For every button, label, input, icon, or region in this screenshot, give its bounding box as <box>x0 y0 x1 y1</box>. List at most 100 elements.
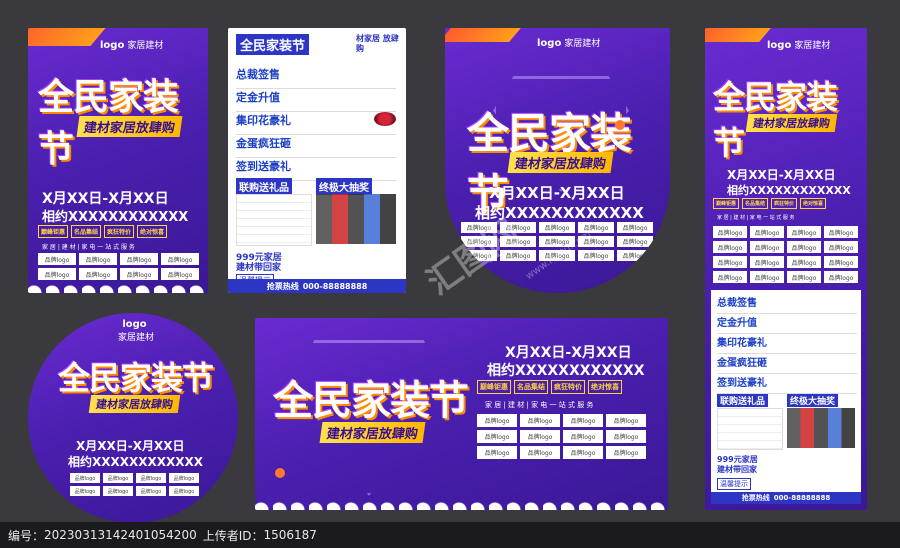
brand-cell: 品牌logo <box>120 268 158 280</box>
brand-cell: 品牌logo <box>787 241 821 253</box>
poster-subtitle: 建材家居放肆购 <box>88 395 181 413</box>
brand-cell: 品牌logo <box>136 473 166 483</box>
brand-cell: 品牌logo <box>477 430 517 443</box>
poster-subtitle: 建材家居放肆购 <box>507 152 614 173</box>
decor-stripes <box>445 28 521 42</box>
brand-cell: 品牌logo <box>136 486 166 496</box>
promo-line2: 建材带回家 <box>717 465 757 474</box>
tag: 名品集结 <box>514 380 548 394</box>
brand-cell: 品牌logo <box>617 236 653 247</box>
tag: 绝对惊喜 <box>137 225 168 238</box>
hotline-label: 抢票热线 <box>741 494 770 502</box>
flyer-section: 集印花豪礼 <box>236 112 396 135</box>
brand-cell: 品牌logo <box>750 226 784 238</box>
meet-line: 相约XXXXXXXXXXXX <box>727 184 851 197</box>
uploader-label: 上传者ID： <box>202 528 264 543</box>
tag: 疯狂特价 <box>771 198 798 209</box>
brand-grid: 品牌logo 品牌logo 品牌logo 品牌logo 品牌logo 品牌logo 品牌l… <box>70 473 199 496</box>
brand-cell: 品牌logo <box>103 473 133 483</box>
draw-title: 终极大抽奖 <box>316 178 372 195</box>
brand-cell: 品牌logo <box>103 486 133 496</box>
brand-cell: 品牌logo <box>520 430 560 443</box>
brand-cell: 品牌logo <box>750 241 784 253</box>
date-range: X月XX日-X月XX日 <box>42 191 169 207</box>
decor-stripes <box>705 28 771 42</box>
brand-cell: 品牌logo <box>824 256 858 268</box>
section-title: 总裁签售 <box>717 294 857 314</box>
brand-cell: 品牌logo <box>563 414 603 427</box>
brand-cell: 品牌logo <box>787 271 821 283</box>
brand-grid: 品牌logo 品牌logo 品牌logo 品牌logo 品牌logo 品牌logo 品牌l… <box>477 414 646 459</box>
hotline-bar: 抢票热线 000-88888888 <box>228 279 406 293</box>
prize-image <box>787 408 855 448</box>
brand-cell: 品牌logo <box>169 473 199 483</box>
brand-cell: 品牌logo <box>713 226 747 238</box>
tag: 名品集结 <box>742 198 769 209</box>
brand-cell: 品牌logo <box>161 253 199 265</box>
brand-cell: 品牌logo <box>38 253 76 265</box>
poster-title: 全民家装节 <box>273 377 469 424</box>
poster-title: 全民家装节 <box>58 359 214 397</box>
brand-cell: 品牌logo <box>563 430 603 443</box>
prize-image <box>316 194 396 244</box>
brand-cell: 品牌logo <box>79 253 117 265</box>
decor-dot <box>275 468 285 478</box>
hotline-bar: 抢票热线 000-88888888 <box>711 492 861 504</box>
section-title: 集印花豪礼 <box>717 334 857 354</box>
brand-cell: 品牌logo <box>120 253 158 265</box>
tag: 绝对惊喜 <box>588 380 622 394</box>
decor-dot <box>615 120 625 130</box>
meet-line: 相约XXXXXXXXXXXX <box>42 210 189 225</box>
gift-list <box>717 408 783 450</box>
brand-logo: logo 家居建材 <box>537 38 601 49</box>
brand-cell: 品牌logo <box>70 473 100 483</box>
flyer-sections: 总裁签售 定金升值 集印花豪礼 金蛋疯狂砸 签到送豪礼 <box>236 66 396 181</box>
brand-cell: 品牌logo <box>563 446 603 459</box>
brand-cell: 品牌logo <box>606 446 646 459</box>
brand-grid: 品牌logo 品牌logo 品牌logo 品牌logo 品牌logo 品牌logo 品牌l… <box>38 253 199 280</box>
poster-circle: logo 家居建材 全民家装节 建材家居放肆购 X月XX日-X月XX日 相约XXX… <box>28 313 238 523</box>
brand-cell: 品牌logo <box>79 268 117 280</box>
gift-title: 联购送礼品 <box>236 178 292 195</box>
slogan: 家 居 | 建 材 | 家 电 一 站 式 服 务 <box>42 244 135 251</box>
poster-banner: 全民家装节 建材家居放肆购 X月XX日-X月XX日 相约XXXXXXXXXXXX… <box>255 318 668 510</box>
brand-logo: logo 家居建材 <box>767 40 831 51</box>
flyer-section: 定金升值 <box>236 89 396 112</box>
brand-grid: 品牌logo 品牌logo 品牌logo 品牌logo 品牌logo 品牌logo 品牌l… <box>713 226 858 283</box>
tag: 巅峰钜惠 <box>38 225 69 238</box>
brand-cell: 品牌logo <box>824 271 858 283</box>
tag: 绝对惊喜 <box>800 198 827 209</box>
footer-bar: 编号： 20230313142401054200 上传者ID： 1506187 <box>0 522 900 548</box>
brand-cell: 品牌logo <box>617 250 653 261</box>
tags-row: 巅峰钜惠 名品集结 疯狂特价 绝对惊喜 <box>38 225 168 238</box>
gift-list <box>236 194 312 246</box>
flyer-header-side: 材家居 放肆购 <box>356 34 399 53</box>
poster-subtitle: 建材家居放肆购 <box>76 116 183 137</box>
flyer-sections: 总裁签售 定金升值 集印花豪礼 金蛋疯狂砸 签到送豪礼 <box>717 294 857 394</box>
brand-cell: 品牌logo <box>617 222 653 233</box>
draw-title: 终极大抽奖 <box>787 394 839 407</box>
brand-cell: 品牌logo <box>70 486 100 496</box>
uploader-value: 1506187 <box>263 528 317 542</box>
section-title: 签到送豪礼 <box>717 374 857 394</box>
poster-subtitle: 建材家居放肆购 <box>319 422 426 443</box>
flyer-header-title: 全民家装节 <box>236 34 310 55</box>
brand-cell: 品牌logo <box>161 268 199 280</box>
tag: 疯狂特价 <box>104 225 135 238</box>
flyer-section: 金蛋疯狂砸 <box>236 135 396 158</box>
decor-stripes <box>28 28 106 46</box>
meet-line: 相约XXXXXXXXXXXX <box>487 363 645 379</box>
date-range: X月XX日-X月XX日 <box>489 184 625 202</box>
brand-cell: 品牌logo <box>750 256 784 268</box>
brand-cell: 品牌logo <box>477 414 517 427</box>
promo-line2: 建材带回家 <box>236 263 282 273</box>
date-range: X月XX日-X月XX日 <box>76 439 185 453</box>
tag: 巅峰钜惠 <box>477 380 511 394</box>
brand-cell: 品牌logo <box>578 250 614 261</box>
section-title: 定金升值 <box>717 314 857 334</box>
brand-cell: 品牌logo <box>477 446 517 459</box>
gift-image <box>374 112 396 126</box>
hotline-label: 抢票热线 <box>266 281 299 291</box>
section-title: 集印花豪礼 <box>236 114 291 127</box>
section-title: 签到送豪礼 <box>236 160 291 173</box>
